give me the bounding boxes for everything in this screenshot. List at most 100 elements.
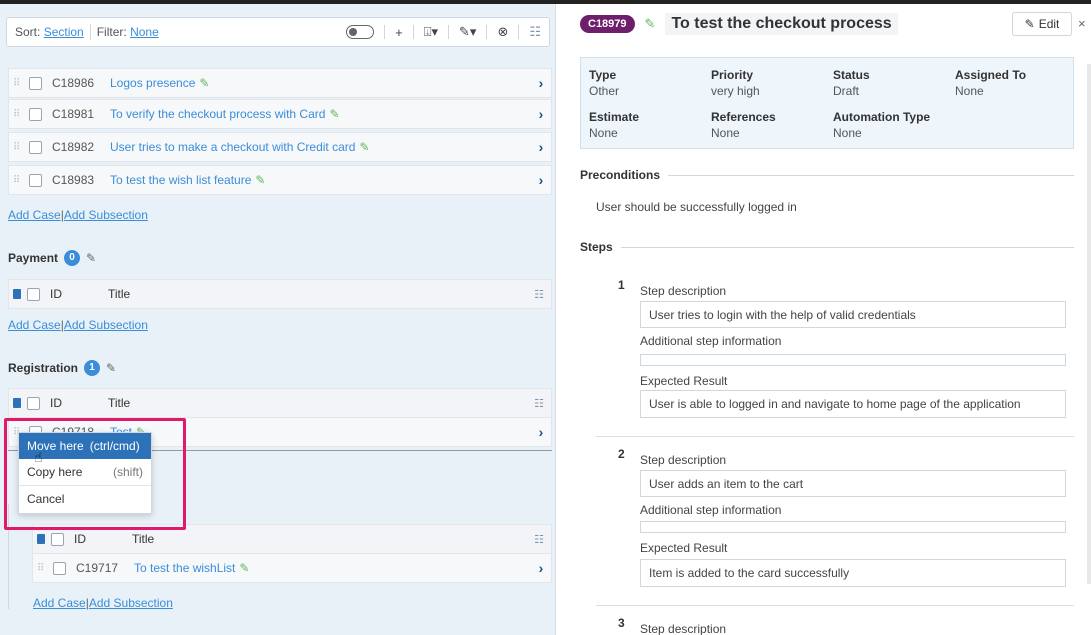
step-number: 2 [618,447,625,461]
chevron-right-icon[interactable]: › [531,560,551,576]
edit-icon[interactable]: ✎ [359,140,369,154]
case-id: C18986 [52,76,95,90]
columns-icon[interactable]: ☷ [527,533,551,546]
plus-icon[interactable]: + [395,25,403,40]
field-label: Assigned To [955,68,1027,82]
select-all-checkbox[interactable] [51,532,64,546]
cancel-icon[interactable]: ⊗ [497,24,508,40]
pencil-icon[interactable]: ✎ [106,361,116,375]
add-case-link[interactable]: Add Case [33,596,86,610]
field-value: very high [711,84,760,98]
step-description-field[interactable]: User adds an item to the cart [640,470,1066,497]
toolbar-separator [384,25,386,39]
field-label: References [711,110,776,124]
table-row[interactable]: ⠿ C18981 To verify the checkout process … [8,99,552,129]
pencil-icon[interactable]: ✎ [86,251,96,265]
section-title: Registration [8,361,79,375]
step-description-field[interactable]: User tries to login with the help of val… [640,301,1066,328]
close-icon[interactable]: × [1078,16,1086,31]
chevron-right-icon[interactable]: › [531,75,551,91]
additional-info-field[interactable] [640,521,1066,533]
field-label: Automation Type [833,110,931,124]
case-title[interactable]: Logos presence [110,76,195,90]
column-header-title[interactable]: Title [132,532,527,546]
table-row[interactable]: ⠿ C18983 To test the wish list feature ✎ … [8,165,552,195]
heading-rule [620,246,1074,248]
expected-result-field[interactable]: Item is added to the card successfully [640,559,1066,587]
step-separator [596,436,1074,437]
drag-handle-icon[interactable]: ⠿ [9,78,23,89]
case-title-link[interactable]: To verify the checkout process with Card… [110,107,531,121]
case-title-link[interactable]: To test the wishList ✎ [134,561,531,575]
expected-result-field[interactable]: User is able to logged in and navigate t… [640,390,1066,418]
sort-label: Sort: [15,25,41,39]
drag-handle-icon[interactable]: ⠿ [9,109,23,120]
table-row[interactable]: ⠿ C18986 Logos presence ✎ › [8,68,552,98]
edit-icon[interactable]: ✎ [255,173,265,187]
pencil-icon[interactable]: ✎▾ [459,24,476,40]
select-all-checkbox[interactable] [27,287,40,301]
row-checkbox[interactable] [29,173,42,187]
add-subsection-link[interactable]: Add Subsection [64,208,148,222]
assign-icon[interactable]: ⍗▾ [424,24,438,40]
step-number: 3 [618,616,625,630]
column-header-title[interactable]: Title [108,287,527,301]
column-header-id[interactable]: ID [50,287,108,301]
edit-icon[interactable]: ✎ [645,16,656,32]
columns-icon[interactable]: ☷ [529,24,541,40]
field-value: None [711,126,740,140]
column-header-id[interactable]: ID [50,396,108,410]
drag-handle-icon[interactable]: ⠿ [9,142,23,153]
table-row[interactable]: ⠿ C18982 User tries to make a checkout w… [8,132,552,162]
field-automation-type: Automation Type None [833,110,930,140]
select-all-checkbox[interactable] [27,396,40,410]
column-header-title[interactable]: Title [108,396,527,410]
filter-link[interactable]: None [130,25,159,39]
case-title-link[interactable]: To test the wish list feature ✎ [110,173,531,187]
cases-toolbar: Sort: Section Filter: None + ⍗▾ ✎▾ ⊗ ☷ [6,17,550,47]
sort-link[interactable]: Section [44,25,84,39]
cancel-item[interactable]: Cancel [19,486,151,512]
drag-handle-icon[interactable]: ⠿ [33,563,47,574]
add-case-link[interactable]: Add Case [8,318,61,332]
columns-icon[interactable]: ☷ [527,288,551,301]
additional-info-field[interactable] [640,354,1066,366]
field-estimate: Estimate None [589,110,639,140]
heading-rule [668,174,1074,176]
row-checkbox[interactable] [29,107,42,121]
case-title[interactable]: To verify the checkout process with Card [110,107,325,121]
toolbar-separator [518,25,520,39]
edit-icon[interactable]: ✎ [239,561,249,575]
case-title[interactable]: User tries to make a checkout with Credi… [110,140,355,154]
row-checkbox[interactable] [53,561,66,575]
step-description-label: Step description [640,622,727,635]
case-title[interactable]: To test the wishList [134,561,235,575]
case-title[interactable]: To test the wish list feature [110,173,251,187]
table-header: ID Title ☷ [8,279,552,309]
field-label: Estimate [589,110,640,124]
table-row[interactable]: ⠿ C19717 To test the wishList ✎ › [32,553,552,583]
column-header-id[interactable]: ID [74,532,132,546]
chevron-right-icon[interactable]: › [531,106,551,122]
drag-handle-icon[interactable]: ⠿ [9,175,23,186]
field-type: Type Other [589,68,619,98]
columns-icon[interactable]: ☷ [527,397,551,410]
scrollbar[interactable] [1087,64,1091,584]
add-subsection-link[interactable]: Add Subsection [89,596,173,610]
edit-icon[interactable]: ✎ [199,76,209,90]
edit-button[interactable]: ✎ Edit [1012,12,1072,36]
case-id-badge: C18979 [580,15,635,33]
step-1: 1 Step description User tries to login w… [596,274,1074,434]
edit-icon[interactable]: ✎ [329,107,339,121]
add-subsection-link[interactable]: Add Subsection [64,318,148,332]
case-title-link[interactable]: Logos presence ✎ [110,76,531,90]
case-title-link[interactable]: User tries to make a checkout with Credi… [110,140,531,154]
row-checkbox[interactable] [29,76,42,90]
chevron-right-icon[interactable]: › [531,172,551,188]
toggle-icon[interactable] [346,25,375,39]
add-case-link[interactable]: Add Case [8,208,61,222]
step-description-label: Step description [640,284,727,298]
row-checkbox[interactable] [29,140,42,154]
chevron-right-icon[interactable]: › [531,139,551,155]
chevron-right-icon[interactable]: › [531,424,551,440]
